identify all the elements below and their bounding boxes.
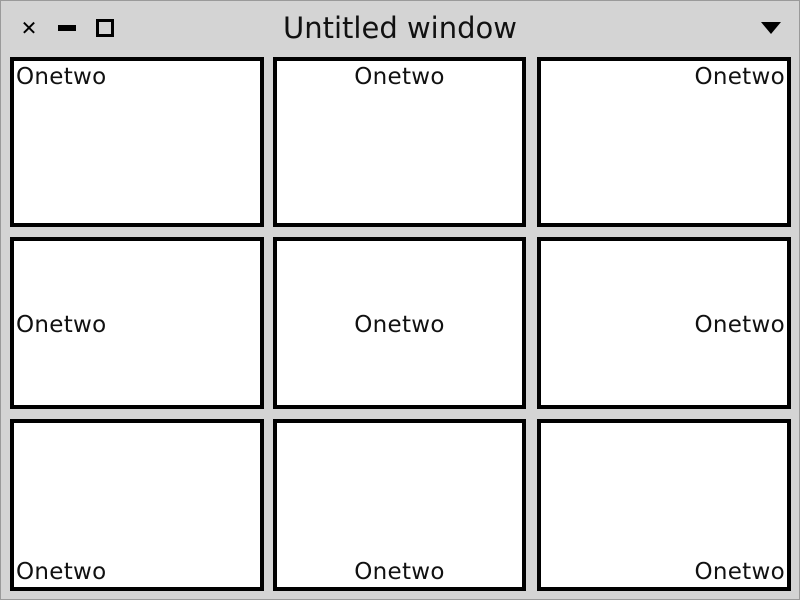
cell-label: Onetwo — [694, 559, 785, 585]
cell-middle-left: Onetwo — [10, 237, 264, 409]
cell-middle-center: Onetwo — [273, 237, 526, 409]
window-menu-icon — [761, 22, 781, 34]
cell-top-center: Onetwo — [273, 57, 526, 227]
cell-top-left: Onetwo — [10, 57, 264, 227]
cell-label: Onetwo — [354, 311, 445, 338]
cell-label: Onetwo — [694, 311, 785, 338]
cell-middle-right: Onetwo — [537, 237, 791, 409]
window-menu-button[interactable] — [759, 15, 783, 41]
cell-label: Onetwo — [16, 64, 107, 90]
cell-label: Onetwo — [354, 64, 445, 90]
cell-label: Onetwo — [354, 559, 445, 585]
window-title: Untitled window — [283, 11, 517, 45]
cell-label: Onetwo — [16, 559, 107, 585]
title-bar[interactable]: ✕ Untitled window — [1, 1, 799, 55]
cell-bottom-right: Onetwo — [537, 419, 791, 591]
cell-label: Onetwo — [694, 64, 785, 90]
cell-top-right: Onetwo — [537, 57, 791, 227]
cell-bottom-center: Onetwo — [273, 419, 526, 591]
cell-bottom-left: Onetwo — [10, 419, 264, 591]
app-window: ✕ Untitled window Onetwo Onetwo Onetwo O… — [0, 0, 800, 600]
cell-label: Onetwo — [16, 311, 107, 338]
